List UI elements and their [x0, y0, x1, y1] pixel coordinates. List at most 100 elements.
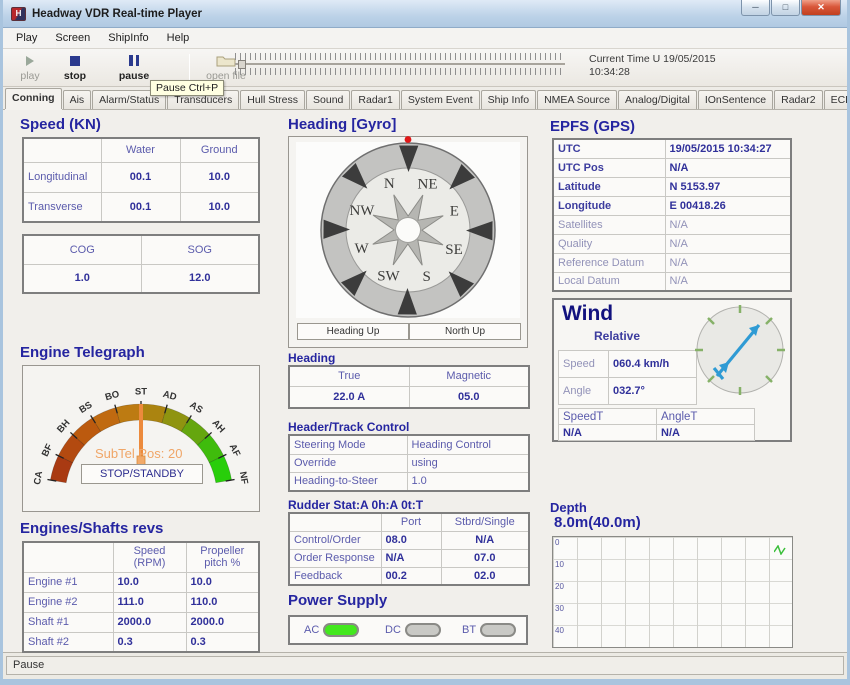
status-bar: Pause	[3, 652, 847, 679]
bt-indicator	[480, 623, 516, 637]
menu-help[interactable]: Help	[158, 30, 199, 46]
slider-ticks-top	[235, 53, 565, 60]
table-row: Reference Datum N/A	[553, 253, 791, 272]
engine-telegraph-panel: CABFBHBSBOSTADASAHAFNF SubTel Pos: 20 ST…	[22, 365, 260, 512]
table-row: Override using	[289, 454, 529, 472]
heading-up-button[interactable]: Heading Up	[297, 323, 409, 340]
table-row: Local Datum N/A	[553, 272, 791, 291]
table-row: Heading-to-Steer 1.0	[289, 472, 529, 491]
menu-screen[interactable]: Screen	[46, 30, 99, 46]
stop-button[interactable]: stop	[55, 52, 95, 84]
engines-shafts-title: Engines/Shafts revs	[20, 520, 163, 537]
table-row: 22.0 A 05.0	[289, 386, 529, 408]
play-button[interactable]: play	[11, 52, 49, 84]
tab-conning[interactable]: Conning	[5, 88, 62, 109]
tab-ecdis1[interactable]: ECDIS1	[824, 90, 850, 109]
speed-title: Speed (KN)	[20, 116, 101, 133]
tab-analog-digital[interactable]: Analog/Digital	[618, 90, 697, 109]
table-row: Engine #2 111.0 110.0	[23, 592, 259, 612]
table-row: UTC 19/05/2015 10:34:27	[553, 139, 791, 158]
table-row: Shaft #2 0.3 0.3	[23, 632, 259, 652]
rudder-title: Rudder Stat:A 0h:A 0t:T	[288, 498, 423, 512]
tab-radar2[interactable]: Radar2	[774, 90, 822, 109]
table-row: Longitude E 00418.26	[553, 196, 791, 215]
menu-shipinfo[interactable]: ShipInfo	[99, 30, 157, 46]
svg-text:BO: BO	[104, 389, 121, 404]
play-icon	[26, 56, 34, 66]
tab-system-event[interactable]: System Event	[401, 90, 480, 109]
heading-gyro-title: Heading [Gyro]	[288, 116, 396, 133]
conning-page: Speed (KN) Water Ground Longitudinal 00.…	[3, 110, 847, 652]
engines-shafts-table: Speed (RPM) Propeller pitch % Engine #1 …	[22, 541, 260, 653]
app-icon: H	[11, 7, 26, 21]
tab-strip: Conning Ais Alarm/Status Transducers Hul…	[3, 87, 847, 110]
svg-text:W: W	[355, 241, 370, 257]
stop-icon	[70, 56, 80, 66]
svg-text:SW: SW	[377, 268, 400, 284]
tab-ionsentence[interactable]: IOnSentence	[698, 90, 773, 109]
pause-icon	[129, 55, 139, 66]
folder-icon	[216, 54, 236, 67]
stop-standby-button[interactable]: STOP/STANDBY	[81, 464, 203, 484]
svg-text:CA: CA	[32, 470, 45, 486]
subtel-position: SubTel Pos: 20	[95, 446, 182, 461]
epfs-title: EPFS (GPS)	[550, 118, 635, 135]
menu-play[interactable]: Play	[7, 30, 46, 46]
svg-text:N: N	[384, 176, 395, 192]
tab-nmea-source[interactable]: NMEA Source	[537, 90, 617, 109]
table-row: Longitudinal 00.1 10.0	[23, 162, 259, 192]
title-bar: H Headway VDR Real-time Player ─ □ ✕	[3, 0, 847, 28]
tab-radar1[interactable]: Radar1	[351, 90, 399, 109]
tab-sound[interactable]: Sound	[306, 90, 350, 109]
slider-handle[interactable]	[238, 60, 246, 69]
minimize-button[interactable]: ─	[741, 0, 770, 16]
engine-telegraph-gauge: CABFBHBSBOSTADASAHAFNF	[23, 366, 259, 511]
toolbar: play stop pause open file Current Time U…	[3, 49, 847, 87]
header-track-table: Steering Mode Heading Control Override u…	[288, 434, 530, 492]
table-row: Order Response N/A 07.0	[289, 549, 529, 567]
engine-telegraph-title: Engine Telegraph	[20, 344, 145, 361]
rudder-table: Port Stbrd/Single Control/Order 08.0 N/A…	[288, 512, 530, 586]
table-row: N/A N/A	[559, 425, 755, 441]
table-row: Latitude N 5153.97	[553, 177, 791, 196]
window-title: Headway VDR Real-time Player	[32, 8, 202, 20]
depth-value: 8.0m(40.0m)	[554, 514, 641, 531]
ac-indicator	[323, 623, 359, 637]
svg-text:BF: BF	[40, 442, 56, 458]
power-supply-title: Power Supply	[288, 592, 387, 609]
table-row: Feedback 00.2 02.0	[289, 567, 529, 585]
depth-title: Depth	[550, 500, 587, 515]
gyro-compass: NNEESESSWWNW	[313, 135, 503, 325]
table-row: UTC Pos N/A	[553, 158, 791, 177]
tab-ship-info[interactable]: Ship Info	[481, 90, 536, 109]
svg-text:NW: NW	[349, 203, 375, 219]
table-row: Steering Mode Heading Control	[289, 435, 529, 454]
playback-slider[interactable]	[235, 53, 565, 83]
power-ac: AC	[304, 623, 359, 637]
svg-text:AH: AH	[210, 418, 227, 436]
svg-text:S: S	[423, 269, 431, 285]
speed-table: Water Ground Longitudinal 00.1 10.0 Tran…	[22, 137, 260, 223]
toolbar-separator	[189, 54, 190, 81]
wind-true-table: SpeedT AngleT N/A N/A	[558, 408, 755, 441]
tab-hull-stress[interactable]: Hull Stress	[240, 90, 305, 109]
app-window: H Headway VDR Real-time Player ─ □ ✕ Pla…	[0, 0, 850, 685]
svg-text:NE: NE	[418, 176, 438, 192]
svg-text:BS: BS	[77, 400, 94, 416]
cog-sog-table: COG SOG 1.0 12.0	[22, 234, 260, 294]
status-text: Pause	[6, 656, 844, 675]
slider-ticks-bottom	[235, 68, 565, 75]
menu-bar: Play Screen ShipInfo Help	[3, 28, 847, 49]
svg-text:AF: AF	[227, 442, 243, 458]
heading-table: True Magnetic 22.0 A 05.0	[288, 365, 530, 409]
power-bt: BT	[462, 623, 516, 637]
power-supply-panel: AC DC BT	[288, 615, 528, 645]
epfs-table: UTC 19/05/2015 10:34:27 UTC Pos N/A Lati…	[552, 138, 792, 292]
maximize-button[interactable]: □	[771, 0, 800, 16]
close-button[interactable]: ✕	[801, 0, 841, 16]
depth-trace-mark	[774, 545, 786, 555]
north-up-button[interactable]: North Up	[409, 323, 521, 340]
tab-ais[interactable]: Ais	[63, 90, 92, 109]
svg-text:AD: AD	[162, 389, 178, 403]
svg-text:E: E	[450, 204, 459, 220]
